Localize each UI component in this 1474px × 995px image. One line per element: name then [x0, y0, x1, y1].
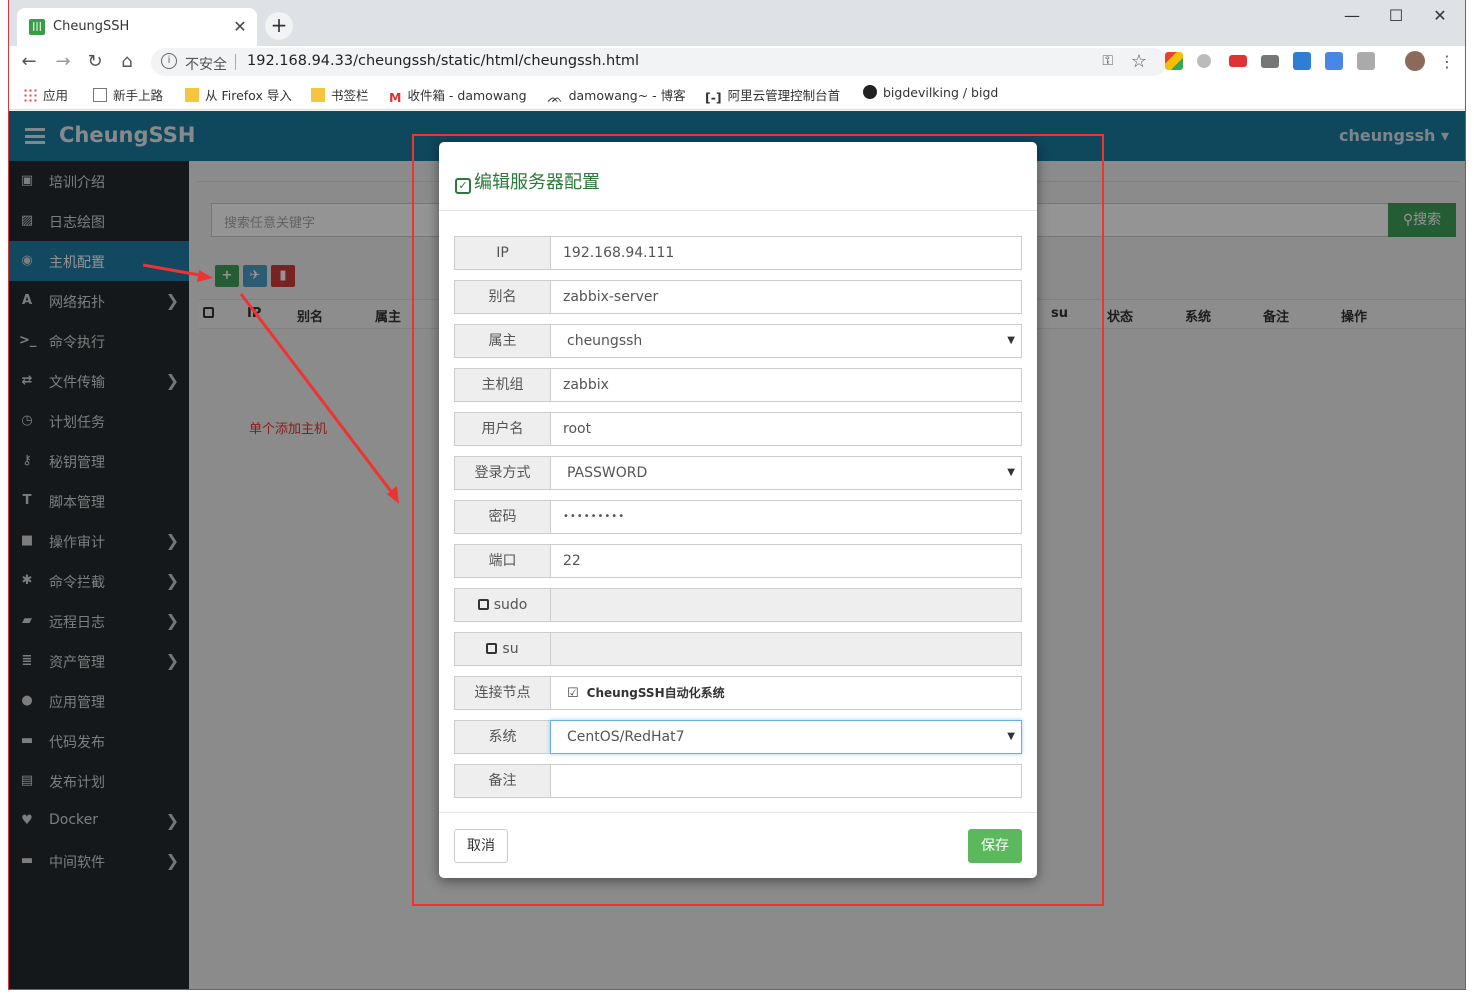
arrow-to-add-button: [142, 263, 206, 278]
arrowhead-add: [197, 270, 213, 282]
browser-window: ||| CheungSSH ✕ + — ☐ ✕ ← → ↻ ⌂ i 不安全 19…: [8, 0, 1466, 990]
arrow-to-dialog: [239, 293, 395, 495]
annotation-highlight-box: [412, 134, 1104, 906]
